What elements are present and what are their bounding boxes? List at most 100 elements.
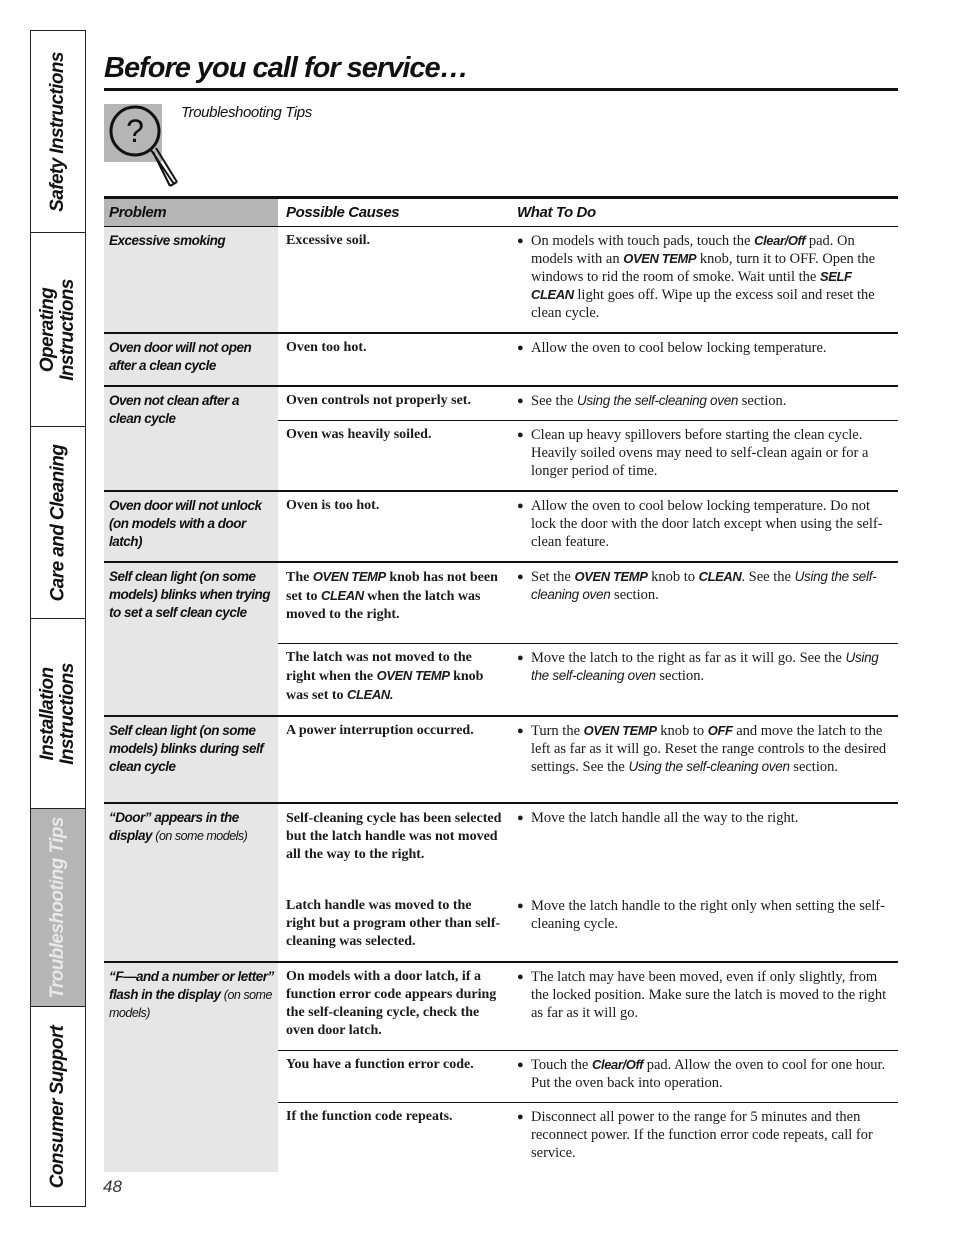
column-header-problem: Problem: [104, 199, 278, 226]
table-row: Oven door will not open after a clean cy…: [104, 334, 898, 387]
possible-cause: Oven controls not properly set.: [286, 393, 471, 408]
table-row: Self clean light (on some models) blinks…: [104, 563, 898, 717]
tab-safety-instructions[interactable]: Safety Instructions: [31, 31, 85, 233]
problem-text: Oven not clean after a clean cycle: [109, 392, 274, 428]
text: See the: [531, 393, 577, 409]
emphasis-text: CLEAN: [321, 588, 364, 603]
title-divider: [104, 88, 898, 91]
what-to-do-text: The latch may have been moved, even if o…: [531, 968, 894, 1040]
problem-label: Oven door will not unlock (on models wit…: [109, 498, 262, 549]
what-to-do-text: On models with touch pads, touch the Cle…: [531, 232, 894, 322]
problem-text: Self clean light (on some models) blinks…: [109, 722, 274, 776]
cause-row: Latch handle was moved to the right but …: [278, 892, 898, 961]
bullet-icon: ●: [517, 500, 524, 512]
problem-label: Oven door will not open after a clean cy…: [109, 340, 252, 373]
tab-troubleshooting-tips[interactable]: Troubleshooting Tips: [31, 809, 85, 1007]
bullet-icon: ●: [517, 571, 524, 583]
tab-consumer-support[interactable]: Consumer Support: [31, 1007, 85, 1206]
cause-row: Oven was heavily soiled. ● Clean up heavy …: [278, 420, 898, 490]
tab-label-line1: Installation: [37, 666, 58, 761]
what-to-do-text: Turn the OVEN TEMP knob to OFF and move …: [531, 722, 894, 776]
bullet-icon: ●: [517, 900, 524, 912]
bullet-icon: ●: [517, 1059, 524, 1071]
text: Allow the oven to cool below locking tem…: [531, 340, 827, 356]
what-to-do-text: Move the latch handle to the right only …: [531, 897, 894, 951]
possible-cause: A power interruption occurred.: [286, 723, 474, 738]
what-to-do: ● Move the latch handle to the right only…: [509, 892, 898, 961]
text: section.: [789, 759, 838, 775]
causes-column: Oven controls not properly set. ● See the …: [278, 387, 898, 490]
what-to-do: ● Clean up heavy spillovers before starti…: [509, 421, 898, 490]
causes-column: Oven too hot. ● Allow the oven to cool bel…: [278, 334, 898, 385]
text: Allow the oven to cool below locking tem…: [531, 498, 883, 550]
problem-text: Oven door will not unlock (on models wit…: [109, 497, 274, 551]
problem-text: Self clean light (on some models) blinks…: [109, 568, 274, 622]
what-to-do-text: Move the latch to the right as far as it…: [531, 649, 894, 705]
what-to-do-text: Set the OVEN TEMP knob to CLEAN. See the…: [531, 568, 894, 633]
bullet-icon: ●: [517, 342, 524, 354]
text: Clean up heavy spillovers before startin…: [531, 427, 869, 479]
bullet-icon: ●: [517, 395, 524, 407]
what-to-do: ● Turn the OVEN TEMP knob to OFF and move…: [509, 717, 898, 786]
cause-row: Self-cleaning cycle has been selected bu…: [278, 804, 898, 892]
causes-column: Oven is too hot. ● Allow the oven to cool …: [278, 492, 898, 561]
possible-cause: Oven too hot.: [286, 340, 367, 355]
what-to-do-text: See the Using the self-cleaning oven sec…: [531, 392, 786, 410]
causes-column: The OVEN TEMP knob has not been set to C…: [278, 563, 898, 715]
text: On models with touch pads, touch the: [531, 233, 755, 249]
possible-cause: The OVEN TEMP knob has not been set to C…: [278, 563, 509, 643]
problem-cell: Self clean light (on some models) blinks…: [104, 717, 278, 802]
page-number: 48: [103, 1177, 122, 1196]
bullet-icon: ●: [517, 1111, 524, 1123]
table-body: Excessive smoking Excessive soil. ● On mode…: [104, 227, 898, 1172]
problem-label: Self clean light (on some models) blinks…: [109, 723, 264, 774]
reference-text: Using the self-cleaning oven: [628, 759, 790, 774]
text: section.: [610, 587, 659, 603]
column-header-possible-causes: Possible Causes: [286, 204, 400, 221]
tab-label: Safety Instructions: [47, 51, 69, 212]
cause-row: Excessive soil. ● On models with touch pad…: [278, 227, 898, 332]
cause-row: On models with a door latch, if a functi…: [278, 963, 898, 1050]
emphasis-text: OFF: [707, 723, 733, 738]
possible-cause: Self-cleaning cycle has been selected bu…: [286, 811, 502, 862]
problem-label: Oven not clean after a clean cycle: [109, 393, 240, 426]
bullet-icon: ●: [517, 725, 524, 737]
table-header: Problem Possible Causes What To Do: [104, 196, 898, 227]
tab-care-and-cleaning[interactable]: Care and Cleaning: [31, 427, 85, 619]
text: The: [286, 570, 313, 585]
possible-cause: You have a function error code.: [286, 1057, 474, 1072]
tab-installation-instructions[interactable]: Installation Instructions: [31, 619, 85, 809]
problem-cell: Self clean light (on some models) blinks…: [104, 563, 278, 715]
causes-column: Excessive soil. ● On models with touch pad…: [278, 227, 898, 332]
possible-cause: The latch was not moved to the right whe…: [278, 644, 509, 715]
text: Set the: [531, 569, 575, 585]
tab-label: Operating Instructions: [37, 279, 78, 381]
text: . See the: [741, 569, 795, 585]
problem-cell: Excessive smoking: [104, 227, 278, 332]
what-to-do: ● Disconnect all power to the range for 5…: [509, 1103, 898, 1172]
emphasis-text: Clear/Off: [592, 1057, 644, 1072]
tab-operating-instructions[interactable]: Operating Instructions: [31, 233, 85, 427]
text: Move the latch handle all the way to the…: [531, 810, 799, 826]
problem-text: Excessive smoking: [109, 232, 274, 250]
cause-row: The latch was not moved to the right whe…: [278, 643, 898, 715]
what-to-do: ● The latch may have been moved, even if …: [509, 963, 898, 1050]
page-title: Before you call for service…: [104, 52, 469, 84]
text: Disconnect all power to the range for 5 …: [531, 1109, 873, 1161]
what-to-do: ● On models with touch pads, touch the Cl…: [509, 227, 898, 332]
what-to-do-text: Disconnect all power to the range for 5 …: [531, 1108, 894, 1162]
what-to-do-text: Clean up heavy spillovers before startin…: [531, 426, 894, 480]
text: Move the latch handle to the right only …: [531, 898, 885, 932]
problem-cell: “F—and a number or letter” flash in the …: [104, 963, 278, 1172]
possible-cause: Oven is too hot.: [286, 498, 380, 513]
table-row: “F—and a number or letter” flash in the …: [104, 963, 898, 1172]
bullet-icon: ●: [517, 971, 524, 983]
what-to-do-text: Touch the Clear/Off pad. Allow the oven …: [531, 1056, 894, 1092]
bullet-icon: ●: [517, 812, 524, 824]
cause-row: Oven controls not properly set. ● See the …: [278, 387, 898, 420]
table-row: Oven door will not unlock (on models wit…: [104, 492, 898, 563]
emphasis-text: OVEN TEMP: [376, 668, 450, 683]
what-to-do: ● See the Using the self-cleaning oven se…: [509, 387, 898, 420]
emphasis-text: CLEAN: [698, 569, 742, 584]
emphasis-text: OVEN TEMP: [583, 723, 657, 738]
